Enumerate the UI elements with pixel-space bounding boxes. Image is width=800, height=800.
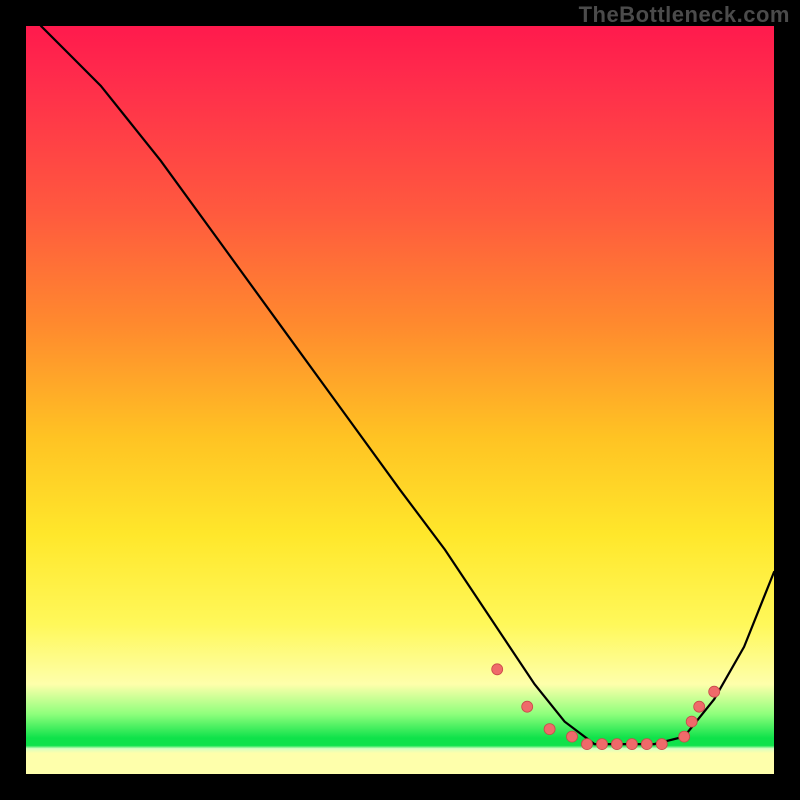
- curve-marker: [679, 731, 690, 742]
- watermark-text: TheBottleneck.com: [579, 2, 790, 28]
- chart-frame: TheBottleneck.com: [0, 0, 800, 800]
- curve-marker: [709, 686, 720, 697]
- curve-marker: [544, 724, 555, 735]
- curve-marker: [582, 739, 593, 750]
- curve-marker: [686, 716, 697, 727]
- curve-marker: [611, 739, 622, 750]
- curve-svg: [26, 26, 774, 774]
- curve-marker: [492, 664, 503, 675]
- curve-marker: [567, 731, 578, 742]
- curve-marker: [656, 739, 667, 750]
- bottleneck-curve: [41, 26, 774, 744]
- plot-area: [26, 26, 774, 774]
- curve-marker: [694, 701, 705, 712]
- curve-marker: [641, 739, 652, 750]
- curve-marker: [597, 739, 608, 750]
- curve-marker: [626, 739, 637, 750]
- curve-marker: [522, 701, 533, 712]
- marker-group: [492, 664, 720, 750]
